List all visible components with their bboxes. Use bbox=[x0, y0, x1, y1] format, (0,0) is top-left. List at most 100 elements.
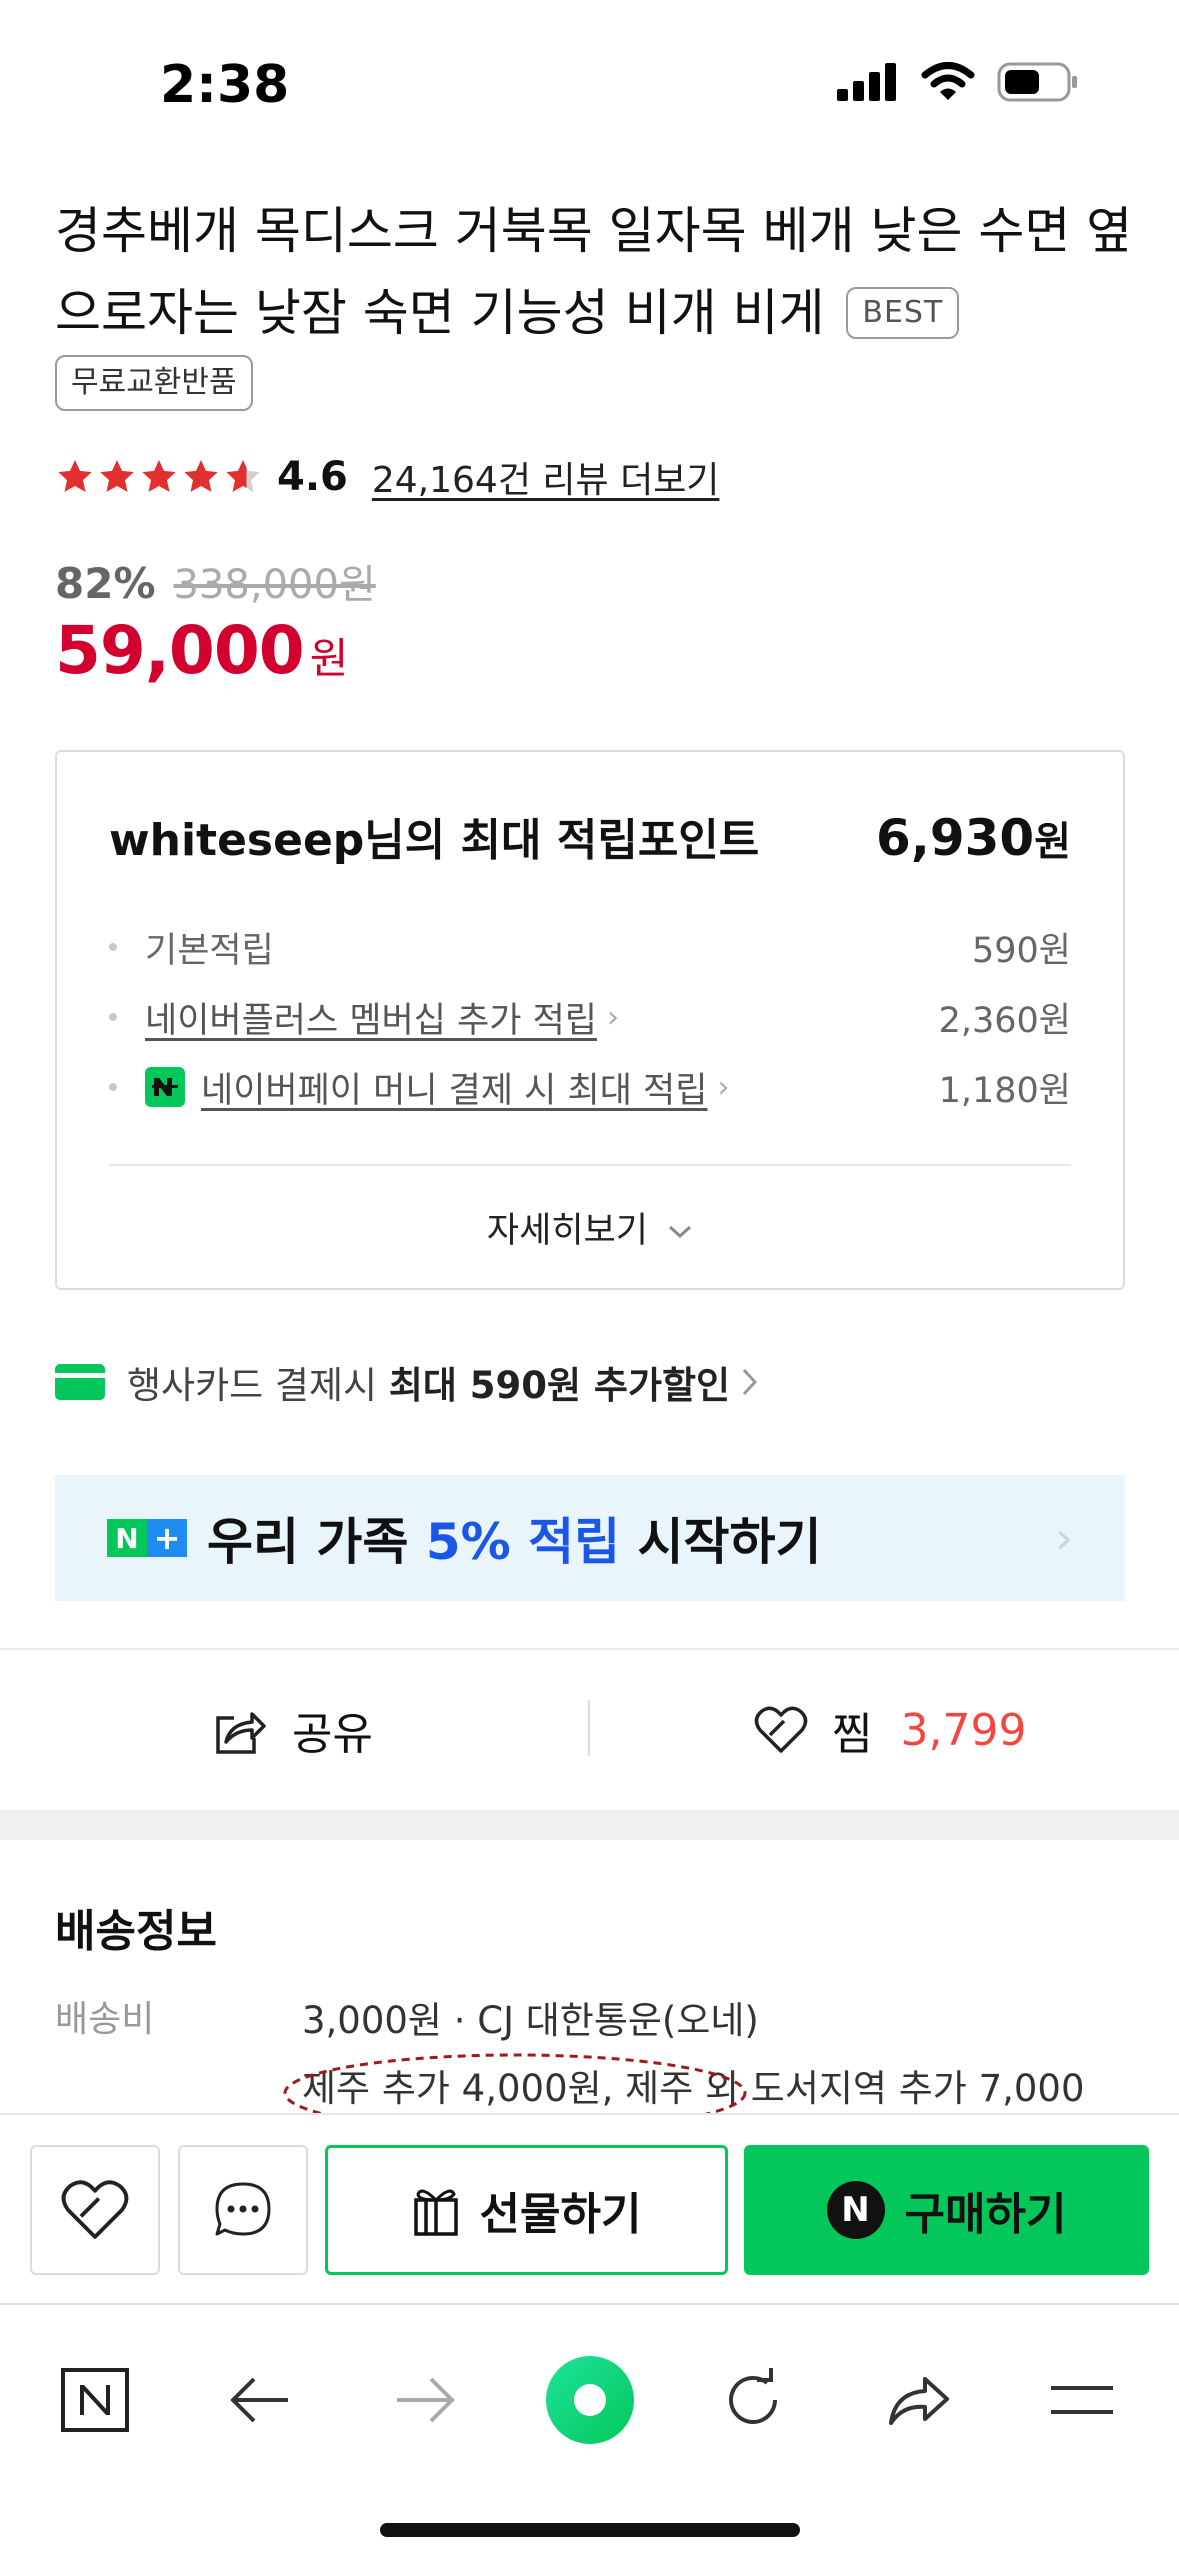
naver-n-icon: N bbox=[107, 1519, 147, 1557]
sale-price-row: 59,000 원 bbox=[55, 612, 348, 689]
sale-price-unit: 원 bbox=[309, 634, 349, 683]
chat-button[interactable] bbox=[178, 2145, 308, 2275]
heart-icon bbox=[754, 1706, 808, 1753]
rating-stars bbox=[55, 457, 263, 497]
green-dot-button[interactable] bbox=[540, 2350, 640, 2450]
points-title: whiteseep님의 최대 적립포인트 bbox=[109, 815, 760, 866]
purchase-bar: 선물하기 N 구매하기 bbox=[0, 2113, 1179, 2303]
points-item-label[interactable]: 네이버플러스 멤버십 추가 적립 bbox=[145, 992, 597, 1043]
heart-icon bbox=[61, 2180, 129, 2239]
chevron-right-icon: › bbox=[717, 1069, 730, 1105]
card-discount-highlight: 최대 590원 추가할인 bbox=[388, 1364, 731, 1407]
points-item-value: 2,360원 bbox=[938, 1000, 1071, 1041]
zzim-label: 찜 bbox=[832, 1709, 873, 1760]
forward-share-icon bbox=[889, 2377, 949, 2425]
rating-value: 4.6 bbox=[277, 454, 348, 500]
chat-icon bbox=[215, 2182, 271, 2236]
points-item-value: 590원 bbox=[971, 930, 1071, 971]
rating-row: 4.6 24,164건 리뷰 더보기 bbox=[55, 452, 719, 502]
points-total-value: 6,930 bbox=[876, 809, 1035, 867]
family-points-banner[interactable]: N + 우리 가족 5% 적립 시작하기 › bbox=[55, 1475, 1125, 1601]
naver-n-icon: N bbox=[826, 2181, 885, 2239]
home-dot-icon bbox=[546, 2356, 634, 2444]
status-icons bbox=[837, 62, 1079, 102]
share-button[interactable]: 공유 bbox=[212, 1698, 373, 1762]
banner-text-before: 우리 가족 bbox=[207, 1513, 426, 1571]
naver-pay-icon bbox=[145, 1067, 185, 1107]
action-row: 공유 찜 3,799 bbox=[0, 1650, 1179, 1805]
star-icon bbox=[142, 460, 176, 492]
zzim-count: 3,799 bbox=[900, 1704, 1027, 1756]
buy-label: 구매하기 bbox=[904, 2189, 1067, 2240]
browser-nav bbox=[0, 2303, 1179, 2556]
banner-highlight: 5% 적립 bbox=[425, 1513, 621, 1571]
points-item-basic: 기본적립 590원 bbox=[109, 912, 1071, 982]
battery-icon bbox=[997, 62, 1077, 102]
wifi-icon bbox=[921, 62, 975, 100]
discount-row: 82% 338,000원 bbox=[55, 552, 376, 610]
reload-icon bbox=[729, 2368, 777, 2424]
forward-arrow-icon bbox=[397, 2377, 455, 2423]
gift-label: 선물하기 bbox=[479, 2189, 642, 2240]
half-star-icon bbox=[226, 460, 260, 492]
share-page-button[interactable] bbox=[868, 2350, 968, 2450]
credit-card-icon bbox=[55, 1364, 105, 1400]
gift-icon bbox=[413, 2189, 458, 2236]
reload-button[interactable] bbox=[703, 2350, 803, 2450]
star-icon bbox=[184, 460, 218, 492]
forward-button[interactable] bbox=[375, 2350, 475, 2450]
delivery-fee-label: 배송비 bbox=[55, 1999, 155, 2040]
naver-plus-icon: N + bbox=[107, 1519, 187, 1557]
signal-icon bbox=[837, 63, 896, 101]
star-icon bbox=[58, 460, 92, 492]
points-item-npay[interactable]: 네이버페이 머니 결제 시 최대 적립 › 1,180원 bbox=[109, 1052, 1071, 1122]
status-bar: 2:38 bbox=[0, 0, 1179, 160]
bullet bbox=[109, 1083, 117, 1091]
gift-button[interactable]: 선물하기 bbox=[325, 2145, 728, 2275]
points-item-value: 1,180원 bbox=[938, 1070, 1071, 1111]
card-discount-prefix: 행사카드 결제시 bbox=[127, 1364, 389, 1407]
chevron-right-icon: › bbox=[606, 999, 619, 1035]
original-price: 338,000원 bbox=[173, 562, 376, 608]
zzim-button[interactable]: 찜 3,799 bbox=[754, 1698, 1026, 1762]
discount-rate: 82% bbox=[55, 559, 156, 608]
review-link[interactable]: 24,164건 리뷰 더보기 bbox=[372, 451, 720, 503]
star-icon bbox=[100, 460, 134, 492]
banner-text: 우리 가족 5% 적립 시작하기 bbox=[207, 1502, 822, 1574]
product-title: 경추베개 목디스크 거북목 일자목 베개 낮은 수면 옆으로자는 낮잠 숙면 기… bbox=[55, 190, 1135, 354]
sale-price: 59,000 bbox=[55, 612, 305, 689]
points-total: 6,930원 bbox=[876, 809, 1071, 867]
delivery-title: 배송정보 bbox=[55, 1906, 217, 1957]
share-icon bbox=[216, 1712, 266, 1754]
chevron-right-icon: › bbox=[1055, 1513, 1073, 1564]
plus-icon: + bbox=[147, 1519, 187, 1557]
chevron-right-icon bbox=[742, 1368, 758, 1396]
back-arrow-icon bbox=[230, 2377, 288, 2423]
buy-button[interactable]: N 구매하기 bbox=[744, 2145, 1149, 2275]
menu-button[interactable] bbox=[1032, 2350, 1132, 2450]
card-discount[interactable]: 행사카드 결제시 최대 590원 추가할인 bbox=[55, 1355, 760, 1409]
best-badge: BEST bbox=[846, 286, 960, 339]
naver-n-icon bbox=[61, 2368, 129, 2432]
bullet bbox=[109, 943, 117, 951]
banner-text-after: 시작하기 bbox=[620, 1513, 822, 1571]
details-toggle[interactable]: 자세히보기 bbox=[57, 1202, 1123, 1253]
product-title-text: 경추베개 목디스크 거북목 일자목 베개 낮은 수면 옆으로자는 낮잠 숙면 기… bbox=[55, 202, 1133, 342]
points-total-unit: 원 bbox=[1034, 819, 1071, 865]
action-separator bbox=[588, 1700, 590, 1756]
points-card: whiteseep님의 최대 적립포인트 6,930원 기본적립 590원 네이… bbox=[55, 750, 1125, 1290]
wish-button[interactable] bbox=[30, 2145, 160, 2275]
back-button[interactable] bbox=[210, 2350, 310, 2450]
points-item-membership[interactable]: 네이버플러스 멤버십 추가 적립 › 2,360원 bbox=[109, 982, 1071, 1052]
bullet bbox=[109, 1013, 117, 1021]
points-list: 기본적립 590원 네이버플러스 멤버십 추가 적립 › 2,360원 네이버페… bbox=[109, 912, 1071, 1122]
naver-home-button[interactable] bbox=[45, 2350, 145, 2450]
details-label: 자세히보기 bbox=[486, 1211, 648, 1251]
delivery-fee-value: 3,000원 · CJ 대한통운(오네) bbox=[302, 1999, 759, 2042]
menu-icon bbox=[1051, 2386, 1113, 2414]
chevron-down-icon bbox=[669, 1225, 692, 1239]
free-exchange-badge: 무료교환반품 bbox=[55, 355, 253, 411]
points-item-label: 기본적립 bbox=[145, 930, 274, 971]
points-item-label[interactable]: 네이버페이 머니 결제 시 최대 적립 bbox=[201, 1062, 707, 1113]
status-time: 2:38 bbox=[160, 55, 290, 115]
